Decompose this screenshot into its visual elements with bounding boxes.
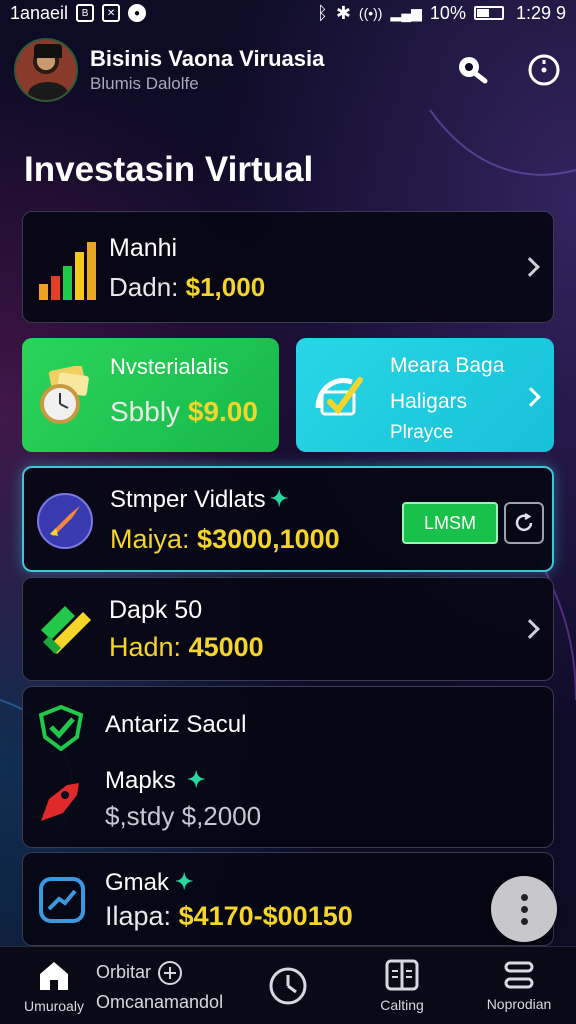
card-value: 45000: [188, 632, 264, 662]
menu-icon: [504, 961, 534, 989]
dot: [520, 905, 528, 913]
message-icon: ●: [128, 4, 147, 22]
settings-button[interactable]: [526, 52, 562, 88]
trend-chart-icon: [37, 875, 87, 925]
card-line-3: Plrayce: [390, 422, 454, 443]
status-bar: 1anaeil B ✕ ● ᛒ ✱ ((•)) ▂▄▆ 10% 1:29 9: [0, 0, 576, 26]
nav-calling-label: Calting: [380, 997, 424, 1013]
card-name: Mapks: [105, 767, 176, 794]
nav-noprodian-label: Noprodian: [486, 996, 552, 1012]
sparkle-icon: ✦: [175, 869, 194, 894]
card-value: $3000,1000: [197, 524, 340, 554]
wifi-icon: ((•)): [358, 5, 383, 21]
dot: [520, 893, 528, 901]
chevron-right-icon: [521, 387, 541, 407]
nav-home-label: Umuroaly: [24, 998, 84, 1014]
dot: [520, 917, 528, 925]
app-icon: ✕: [102, 4, 121, 22]
refresh-icon: [515, 512, 533, 532]
investment-card-gmak[interactable]: Gmak ✦ Ilapa: $4170-$00150: [22, 852, 554, 946]
nav-history[interactable]: [256, 947, 320, 1024]
card-name: Manhi: [109, 234, 178, 262]
clock-text: 1:29 9: [515, 2, 566, 23]
ticket-icon: [35, 600, 97, 660]
investment-card-manhi[interactable]: Manhi Dadn: $1,000: [22, 211, 554, 323]
card-label: Sbbly: [110, 396, 181, 427]
card-label: Ilapa:: [105, 901, 172, 931]
nav-orbitar[interactable]: Orbitar Omcanamandol: [96, 947, 236, 1024]
nav-orbitar-label: Omcanamandol: [96, 991, 224, 1012]
nav-calling[interactable]: Calting: [362, 947, 442, 1024]
mute-icon: ✱: [335, 2, 351, 23]
card-value: $9.00: [187, 396, 258, 427]
notification-icon: B: [76, 4, 95, 22]
battery-icon: [473, 6, 504, 20]
card-value: $4170-$00150: [178, 901, 353, 931]
investment-card-meara[interactable]: Meara Baga Haligars Plrayce: [296, 338, 554, 452]
card-label: Maiya:: [110, 524, 190, 554]
card-label: $,stdy: [105, 801, 175, 831]
sparkle-icon: ✦: [187, 767, 206, 792]
card-name: Gmak: [105, 869, 170, 896]
battery-percent: 10%: [429, 2, 466, 23]
header-title: Bisinis Vaona Viruasia: [90, 46, 325, 71]
home-icon: [40, 962, 68, 990]
refresh-button[interactable]: [504, 502, 544, 544]
bar-chart-icon: [37, 240, 99, 302]
card-title: Antariz Sacul: [105, 711, 247, 738]
investment-card-antariz[interactable]: Antariz Sacul Mapks ✦ $,stdy $,2000: [22, 686, 554, 848]
app-header: Bisinis Vaona Viruasia Blumis Dalolfe: [14, 36, 562, 104]
nav-orbitar-top-label: Orbitar: [96, 962, 152, 982]
rocket-red-icon: [35, 779, 83, 825]
card-value: $1,000: [185, 272, 266, 302]
investment-card-dapk[interactable]: Dapk 50 Hadn: 45000: [22, 577, 554, 681]
clock-icon: [269, 967, 307, 1005]
investment-card-nvsteri[interactable]: Nvsterialalis Sbbly $9.00: [22, 338, 279, 452]
sparkle-icon: ✦: [270, 486, 289, 511]
invest-now-button[interactable]: LMSM: [402, 502, 498, 544]
rocket-icon: [36, 492, 94, 550]
card-name: Stmper Vidlats: [110, 486, 266, 513]
signal-icon: ▂▄▆: [390, 4, 422, 21]
nav-noprodian[interactable]: Noprodian: [476, 947, 562, 1024]
more-options-fab[interactable]: [491, 876, 557, 942]
investment-card-stomper[interactable]: Stmper Vidlats ✦ Maiya: $3000,1000 LMSM: [22, 466, 554, 572]
bluetooth-icon: ᛒ: [317, 2, 328, 23]
card-name: Nvsterialalis: [110, 354, 229, 379]
avatar[interactable]: [14, 38, 78, 102]
card-value: $,2000: [181, 801, 262, 831]
add-circle-icon: [158, 960, 183, 985]
carrier-text: 1anaeil: [10, 2, 69, 23]
card-name: Dapk 50: [109, 596, 203, 624]
search-button[interactable]: [454, 52, 490, 88]
money-clock-icon: [36, 366, 100, 426]
info-circle-icon: [528, 54, 560, 86]
check-shield-icon: [37, 705, 85, 751]
page-title: Investasin Virtual: [24, 150, 314, 189]
search-icon: [459, 57, 488, 84]
nav-home[interactable]: Umuroaly: [14, 947, 94, 1024]
chevron-right-icon: [520, 257, 540, 277]
bottom-nav: Umuroaly Orbitar Omcanamandol Calting No…: [0, 946, 576, 1024]
chevron-right-icon: [520, 619, 540, 639]
chart-check-icon: [312, 368, 370, 424]
book-icon: [385, 959, 419, 991]
card-line-2: Haligars: [390, 390, 468, 413]
header-subtitle: Blumis Dalolfe: [90, 74, 199, 93]
card-label: Hadn:: [109, 632, 182, 662]
card-label: Dadn:: [109, 272, 179, 302]
card-line-1: Meara Baga: [390, 354, 505, 377]
